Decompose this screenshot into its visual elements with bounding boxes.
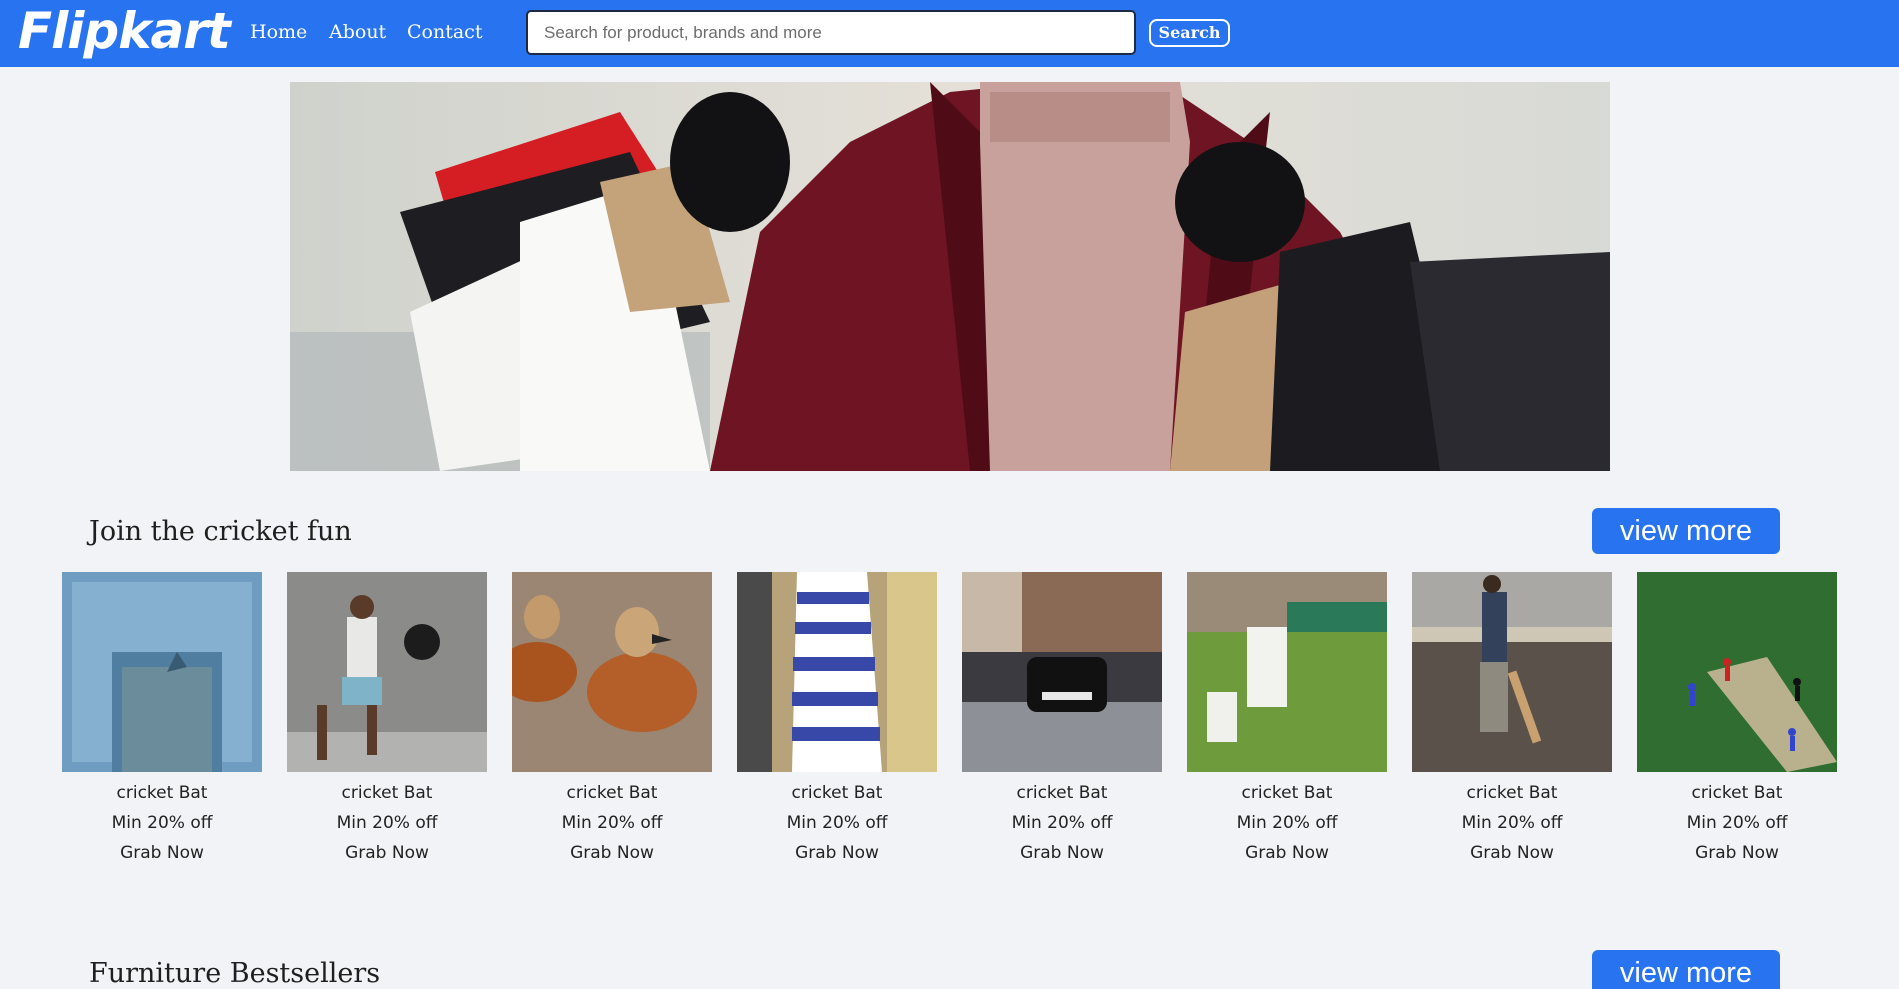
product-cta[interactable]: Grab Now: [62, 838, 262, 868]
product-cta[interactable]: Grab Now: [1187, 838, 1387, 868]
view-more-button-furniture[interactable]: view more: [1592, 950, 1780, 989]
product-discount: Min 20% off: [111, 813, 213, 833]
product-image[interactable]: [62, 572, 262, 772]
product-card[interactable]: cricket Bat Min 20% off Grab Now: [737, 572, 937, 868]
product-name: cricket Bat: [566, 783, 658, 803]
navbar: Flipkart Home About Contact Search: [0, 0, 1899, 67]
section-title-cricket: Join the cricket fun: [89, 516, 352, 547]
product-name: cricket Bat: [1466, 783, 1558, 803]
product-cta[interactable]: Grab Now: [287, 838, 487, 868]
product-cta[interactable]: Grab Now: [962, 838, 1162, 868]
search-button[interactable]: Search: [1149, 19, 1230, 47]
product-card[interactable]: cricket Bat Min 20% off Grab Now: [1637, 572, 1837, 868]
product-discount: Min 20% off: [786, 813, 888, 833]
product-card[interactable]: cricket Bat Min 20% off Grab Now: [962, 572, 1162, 868]
product-cta[interactable]: Grab Now: [737, 838, 937, 868]
product-image[interactable]: [1412, 572, 1612, 772]
product-discount: Min 20% off: [1236, 813, 1338, 833]
product-card[interactable]: cricket Bat Min 20% off Grab Now: [1412, 572, 1612, 868]
product-image[interactable]: [737, 572, 937, 772]
product-cta[interactable]: Grab Now: [512, 838, 712, 868]
product-image[interactable]: [1187, 572, 1387, 772]
section-title-furniture: Furniture Bestsellers: [89, 958, 381, 989]
hero-banner-image: [290, 82, 1610, 471]
view-more-button-cricket[interactable]: view more: [1592, 508, 1780, 554]
product-image[interactable]: [1637, 572, 1837, 772]
product-name: cricket Bat: [341, 783, 433, 803]
nav-about-link[interactable]: About: [329, 21, 386, 43]
product-card[interactable]: cricket Bat Min 20% off Grab Now: [287, 572, 487, 868]
product-image[interactable]: [962, 572, 1162, 772]
product-discount: Min 20% off: [1461, 813, 1563, 833]
product-name: cricket Bat: [1016, 783, 1108, 803]
flipkart-logo[interactable]: Flipkart: [18, 0, 231, 67]
product-discount: Min 20% off: [1011, 813, 1113, 833]
product-name: cricket Bat: [1241, 783, 1333, 803]
product-card[interactable]: cricket Bat Min 20% off Grab Now: [1187, 572, 1387, 868]
search-input[interactable]: [526, 10, 1136, 55]
nav-home-link[interactable]: Home: [250, 21, 307, 43]
product-card[interactable]: cricket Bat Min 20% off Grab Now: [512, 572, 712, 868]
product-card[interactable]: cricket Bat Min 20% off Grab Now: [62, 572, 262, 868]
product-name: cricket Bat: [116, 783, 208, 803]
product-image[interactable]: [512, 572, 712, 772]
product-discount: Min 20% off: [336, 813, 438, 833]
product-name: cricket Bat: [791, 783, 883, 803]
product-image[interactable]: [287, 572, 487, 772]
product-name: cricket Bat: [1691, 783, 1783, 803]
product-cta[interactable]: Grab Now: [1412, 838, 1612, 868]
product-cta[interactable]: Grab Now: [1637, 838, 1837, 868]
product-discount: Min 20% off: [1686, 813, 1788, 833]
product-discount: Min 20% off: [561, 813, 663, 833]
nav-contact-link[interactable]: Contact: [407, 21, 482, 43]
